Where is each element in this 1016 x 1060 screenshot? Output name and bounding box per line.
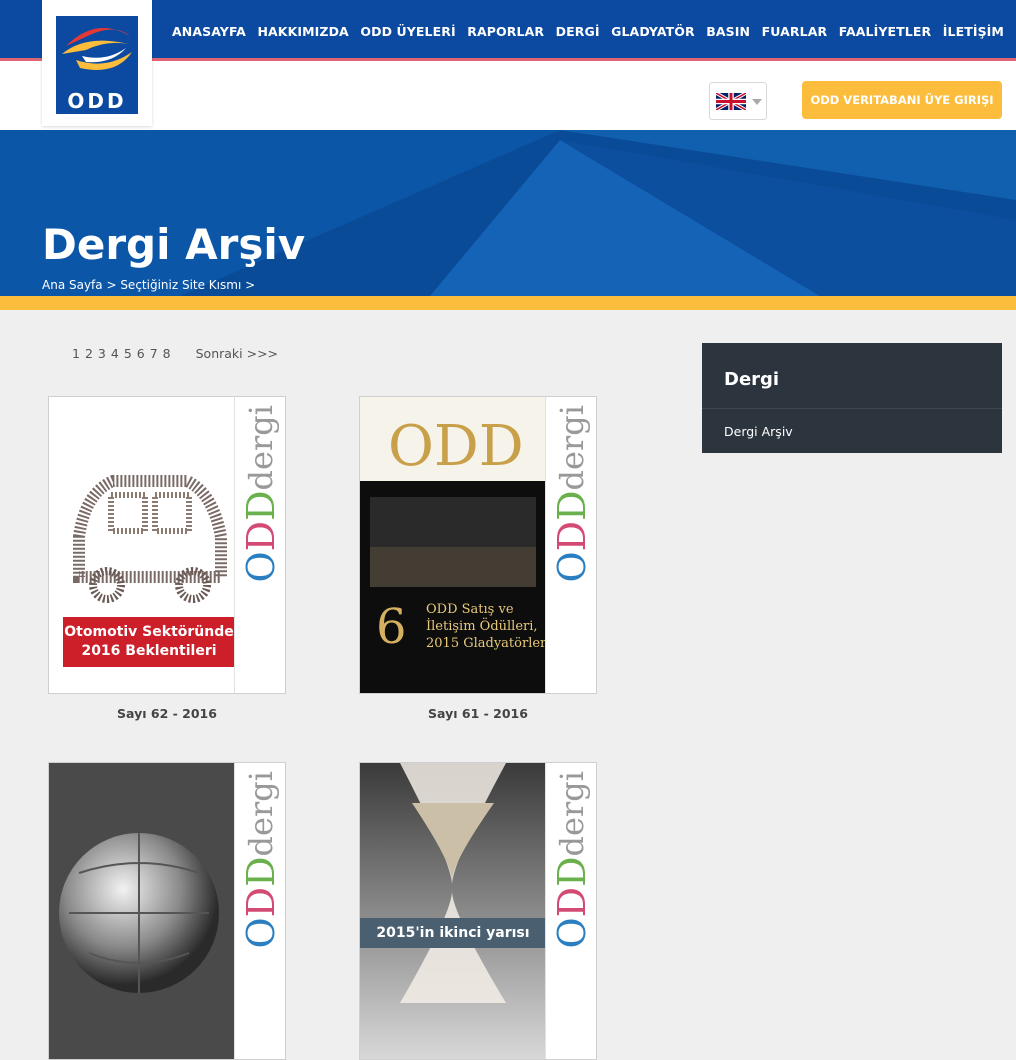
headline-line: ODD Satış ve [426,602,514,617]
cover-spine: ODDdergi [234,763,285,1059]
sidebar-item-dergi-arsiv[interactable]: Dergi Arşiv [724,424,793,439]
page-link-8[interactable]: 8 [163,346,171,361]
magazine-caption[interactable]: Sayı 61 - 2016 [359,706,597,721]
headline-line: Otomotiv Sektöründe [64,624,234,640]
page-link-7[interactable]: 7 [150,346,158,361]
brand-letter: D [239,856,283,887]
cover-brand-logo: ODDdergi [239,771,283,949]
language-select[interactable] [709,82,767,120]
magazine-caption[interactable]: Sayı 62 - 2016 [48,706,286,721]
nav-item-odd-uyeleri[interactable]: ODD ÜYELERİ [360,24,455,39]
uk-flag-icon [716,93,746,110]
page-link-6[interactable]: 6 [137,346,145,361]
page-link-3[interactable]: 3 [98,346,106,361]
logo-emblem: ODD [56,16,138,114]
pagination: 1 2 3 4 5 6 7 8 Sonraki >>> [72,346,283,361]
puzzle-globe-illustration [49,763,235,1059]
magazine-cover[interactable]: ODDdergi [48,762,286,1060]
nav-item-raporlar[interactable]: RAPORLAR [467,24,544,39]
brand-letter: D [550,856,594,887]
svg-text:ODD: ODD [388,414,524,479]
cover-headline: Otomotiv Sektöründe 2016 Beklentileri [63,617,235,667]
brand-word: dergi [553,405,591,491]
headline-line: İletişim Ödülleri, [426,619,538,634]
brand-letter: D [239,520,283,552]
hourglass-illustration [360,763,546,1059]
cover-headline: ODD Satış ve İletişim Ödülleri, 2015 Gla… [426,601,550,652]
brand-letter: O [550,917,594,949]
cover-brand-logo: ODDdergi [550,405,594,583]
nav-item-iletisim[interactable]: İLETİŞİM [943,24,1004,39]
logo-text: ODD [67,89,127,113]
nav-item-gladyator[interactable]: GLADYATÖR [611,24,695,39]
brand-word: dergi [242,771,280,857]
hero-background-graphic [0,130,1016,296]
cover-spine: ODDdergi [545,397,596,693]
brand-letter: D [550,886,594,918]
main-nav: ANASAYFA HAKKIMIZDA ODD ÜYELERİ RAPORLAR… [172,0,1004,62]
magazine-cover[interactable]: Otomotiv Sektöründe 2016 Beklentileri OD… [48,396,286,694]
cover-headline: 2015'in ikinci yarısı [360,918,546,948]
hero-stripe [0,296,1016,310]
member-login-button[interactable]: ODD VERITABANI ÜYE GIRIŞI [802,81,1002,119]
brand-word: dergi [553,771,591,857]
cover-spine: ODDdergi [545,763,596,1059]
page-link-5[interactable]: 5 [124,346,132,361]
magazine-cover[interactable]: 2015'in ikinci yarısı ODDdergi [359,762,597,1060]
cover-spine: ODDdergi [234,397,285,693]
sidebar-menu: Dergi Dergi Arşiv [702,343,1002,453]
next-page-link[interactable]: Sonraki >>> [196,346,278,361]
breadcrumb[interactable]: Ana Sayfa > Seçtiğiniz Site Kısmı > [42,278,255,292]
brand-letter: O [550,551,594,583]
nav-item-dergi[interactable]: DERGİ [556,24,600,39]
brand-letter: O [239,917,283,949]
svg-text:6: 6 [376,599,407,655]
page-link-2[interactable]: 2 [85,346,93,361]
page-link-1[interactable]: 1 [72,346,80,361]
hero-banner: Dergi Arşiv Ana Sayfa > Seçtiğiniz Site … [0,130,1016,296]
chevron-down-icon [752,99,762,105]
page-link-4[interactable]: 4 [111,346,119,361]
brand-letter: D [239,490,283,521]
headline-line: 2015 Gladyatörleri [426,636,551,651]
page-title: Dergi Arşiv [42,220,306,269]
brand-word: dergi [242,405,280,491]
sidebar-divider [702,408,1002,409]
nav-item-fuarlar[interactable]: FUARLAR [762,24,828,39]
cover-brand-logo: ODDdergi [550,771,594,949]
magazine-cover[interactable]: ODD 6 ODD Satış ve İletişim Ödülleri, 20… [359,396,597,694]
site-logo[interactable]: ODD [42,0,152,126]
nav-item-hakkimizda[interactable]: HAKKIMIZDA [257,24,348,39]
cover-brand-logo: ODDdergi [239,405,283,583]
logo-swoosh-icon [62,28,132,70]
sidebar-title: Dergi [724,369,780,390]
brand-letter: O [239,551,283,583]
headline-line: 2016 Beklentileri [81,643,217,659]
brand-letter: D [550,520,594,552]
nav-item-anasayfa[interactable]: ANASAYFA [172,24,246,39]
nav-item-basin[interactable]: BASIN [706,24,750,39]
brand-letter: D [550,490,594,521]
brand-letter: D [239,886,283,918]
nav-item-faaliyetler[interactable]: FAALİYETLER [839,24,931,39]
